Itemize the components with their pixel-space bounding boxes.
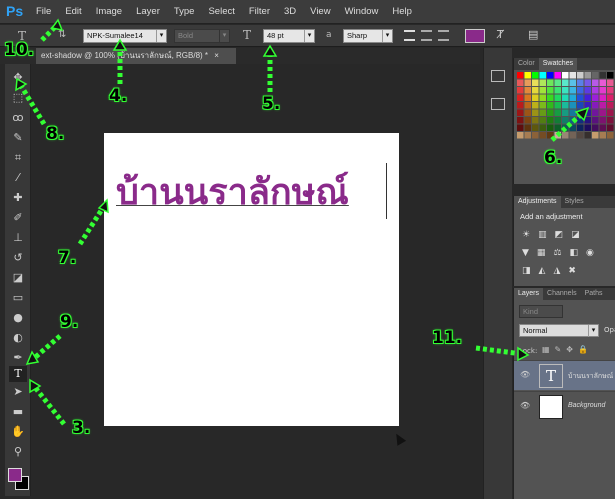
annotation-label-3: 3. — [72, 418, 91, 438]
arrow-3 — [32, 384, 66, 426]
arrow-7 — [77, 204, 107, 246]
annotation-label-6: 6. — [544, 148, 563, 168]
arrow-8 — [17, 82, 47, 126]
annotation-label-8: 8. — [46, 124, 65, 144]
annotation-arrows — [15, 18, 590, 426]
arrowhead-5 — [262, 44, 278, 57]
arrowhead-7 — [97, 198, 109, 214]
annotation-label-7: 7. — [58, 248, 77, 268]
annotation-label-4: 4. — [109, 86, 128, 106]
annotation-label-9: 9. — [60, 312, 79, 332]
annotation-label-11: 11. — [432, 328, 463, 348]
arrowhead-10 — [50, 18, 64, 32]
arrow-9 — [30, 334, 62, 362]
arrow-11 — [475, 345, 523, 357]
arrowhead-4 — [112, 38, 128, 51]
annotation-label-5: 5. — [262, 94, 281, 114]
arrowhead-6 — [574, 106, 590, 122]
arrowhead-11 — [517, 346, 530, 362]
annotation-label-10: 10. — [4, 40, 35, 60]
